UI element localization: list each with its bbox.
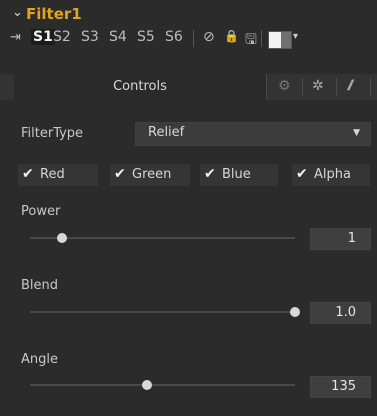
pin-icon[interactable]: ⇥	[10, 30, 21, 45]
slot-s5[interactable]: S5	[137, 29, 155, 45]
angle-value: 135	[331, 379, 356, 394]
checkbox-blue-label: Blue	[222, 167, 251, 182]
tab-divider	[336, 78, 337, 96]
checkmark-icon: ✔	[204, 166, 216, 182]
settings-icon[interactable]: ⚙	[278, 78, 291, 94]
toolbar-divider	[193, 30, 194, 47]
angle-label: Angle	[21, 352, 58, 367]
angle-slider-handle[interactable]	[141, 380, 152, 390]
slot-s6[interactable]: S6	[165, 29, 183, 45]
info-icon[interactable]: 𝒊	[347, 78, 351, 94]
dropdown-arrow-icon[interactable]: ▾	[293, 31, 298, 42]
power-slider-handle[interactable]	[56, 233, 67, 243]
power-value: 1	[347, 231, 356, 246]
collapse-chevron-icon[interactable]: ⌄	[12, 5, 23, 20]
color-swatch[interactable]	[268, 31, 292, 49]
tab-controls-label: Controls	[113, 79, 167, 94]
blend-value-field[interactable]: 1.0	[310, 302, 371, 324]
checkbox-green-label: Green	[132, 167, 172, 182]
checkbox-alpha[interactable]: ✔ Alpha	[292, 164, 370, 186]
checkbox-red-label: Red	[40, 167, 65, 182]
angle-value-field[interactable]: 135	[310, 376, 371, 398]
blend-slider-handle[interactable]	[290, 307, 300, 317]
checkbox-green[interactable]: ✔ Green	[110, 164, 190, 186]
tool-title: Filter1	[26, 5, 82, 23]
tab-controls[interactable]: Controls	[14, 74, 267, 100]
chevron-down-icon: ▼	[353, 128, 360, 138]
tab-divider	[302, 78, 303, 96]
checkbox-red[interactable]: ✔ Red	[18, 164, 98, 186]
slot-s1[interactable]: S1	[31, 29, 55, 45]
blend-slider-track[interactable]	[30, 311, 295, 313]
checkmark-icon: ✔	[114, 166, 126, 182]
checkbox-blue[interactable]: ✔ Blue	[200, 164, 278, 186]
power-value-field[interactable]: 1	[310, 228, 371, 250]
checkmark-icon: ✔	[22, 166, 34, 182]
tab-divider	[370, 78, 371, 96]
checkmark-icon: ✔	[296, 166, 308, 182]
filter-type-label: FilterType	[21, 126, 84, 141]
gear-icon[interactable]: ✲	[312, 78, 324, 94]
blend-value: 1.0	[335, 305, 356, 320]
slot-s4[interactable]: S4	[109, 29, 127, 45]
power-slider-track[interactable]	[30, 237, 295, 239]
checkbox-alpha-label: Alpha	[314, 167, 351, 182]
slot-s3[interactable]: S3	[81, 29, 99, 45]
power-label: Power	[21, 204, 61, 219]
disable-icon[interactable]: ⊘	[203, 29, 215, 45]
filter-type-value: Relief	[148, 125, 185, 140]
blend-label: Blend	[21, 278, 59, 293]
slot-s2[interactable]: S2	[53, 29, 71, 45]
toolbar-divider	[261, 30, 262, 47]
filter-type-dropdown[interactable]: Relief ▼	[135, 122, 371, 146]
angle-slider-track[interactable]	[30, 384, 295, 386]
lock-icon[interactable]: 🔒	[224, 29, 239, 43]
version-toolbar: ⇥ S1 S2 S3 S4 S5 S6 ⊘ 🔒 🖫 ▾	[0, 26, 377, 52]
save-icon[interactable]: 🖫	[245, 29, 257, 53]
